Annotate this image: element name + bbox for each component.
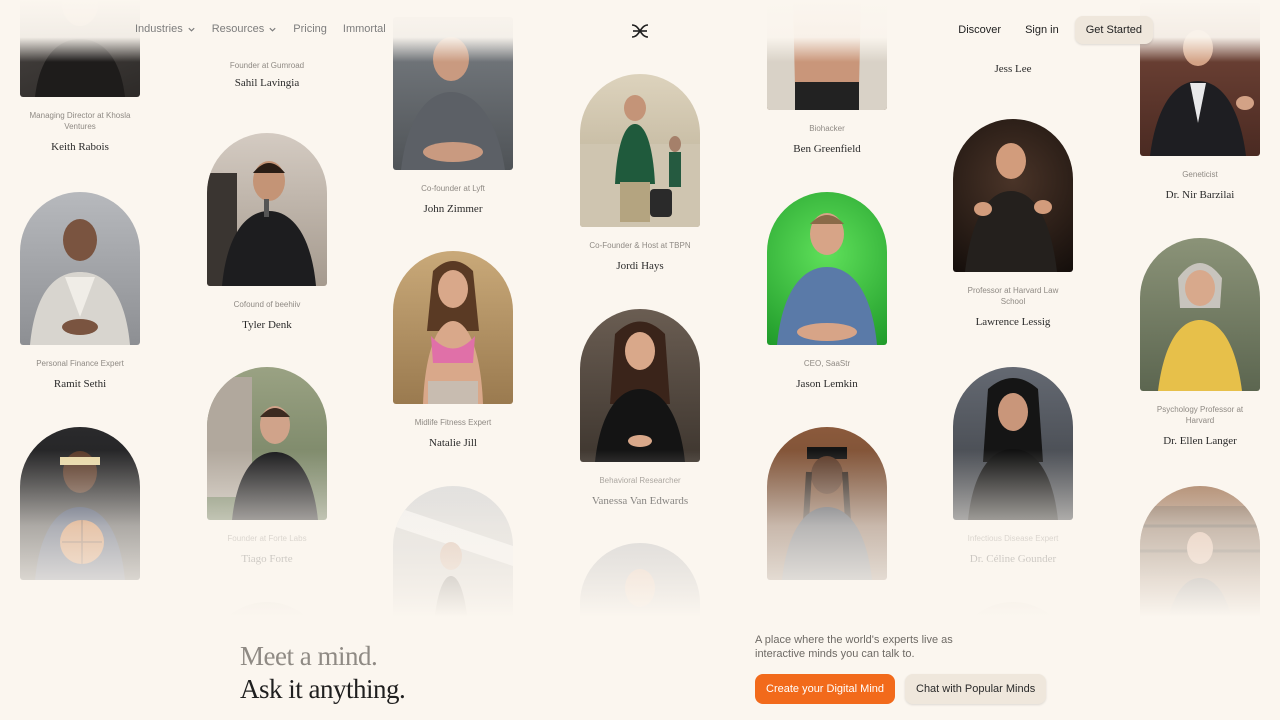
- mind-role: Founder at Forte Labs: [227, 534, 307, 543]
- mind-card[interactable]: [1140, 486, 1260, 639]
- mind-photo: [767, 427, 887, 580]
- mind-name: Sahil Lavingia: [234, 77, 300, 89]
- mind-role: Geneticist: [1182, 170, 1218, 179]
- mind-role: Midlife Fitness Expert: [414, 418, 492, 427]
- mind-name: Dr. Ellen Langer: [1163, 435, 1237, 447]
- top-nav: Industries Resources Pricing Immortal Di…: [0, 0, 1280, 62]
- mind-card-tiago-forte[interactable]: Founder at Forte Labs Tiago Forte: [207, 367, 327, 565]
- portrait-illustration: [1140, 506, 1260, 639]
- mind-name: Jess Lee: [994, 63, 1032, 75]
- mind-role: Cofound of beehiiv: [233, 300, 301, 309]
- hero-tagline: A place where the world's experts live a…: [755, 634, 953, 660]
- portrait-illustration: [968, 378, 1058, 520]
- portrait-illustration: [595, 321, 685, 462]
- mind-card-celine-gounder[interactable]: Infectious Disease Expert Dr. Céline Gou…: [953, 367, 1073, 565]
- minds-grid: Managing Director at Khosla Ventures Kei…: [0, 0, 1280, 720]
- hero-line-2: Ask it anything.: [240, 674, 406, 704]
- portrait-illustration: [393, 506, 513, 639]
- portrait-illustration: [580, 95, 700, 227]
- nav-resources[interactable]: Resources: [212, 23, 278, 35]
- mind-name: Ben Greenfield: [793, 143, 861, 155]
- nav-resources-label: Resources: [211, 23, 265, 35]
- discover-link[interactable]: Discover: [950, 17, 1009, 43]
- mind-card-vanessa-van-edwards[interactable]: Behavioral Researcher Vanessa Van Edward…: [580, 309, 700, 507]
- mind-name: Keith Rabois: [51, 141, 109, 153]
- mind-role: Biohacker: [809, 124, 845, 133]
- get-started-button[interactable]: Get Started: [1074, 16, 1153, 44]
- mind-photo: [767, 192, 887, 345]
- mind-photo: [393, 486, 513, 639]
- portrait-illustration: [207, 377, 318, 520]
- mind-role: Psychology Professor at Harvard: [1156, 405, 1244, 425]
- mind-card[interactable]: [767, 427, 887, 580]
- mind-photo: [207, 133, 327, 286]
- chat-popular-minds-button[interactable]: Chat with Popular Minds: [905, 674, 1047, 704]
- portrait-illustration: [965, 143, 1057, 272]
- mind-role: Infectious Disease Expert: [967, 534, 1059, 543]
- mind-name: Tiago Forte: [241, 553, 293, 565]
- mind-role: Behavioral Researcher: [599, 476, 681, 485]
- mind-card[interactable]: [393, 486, 513, 639]
- create-digital-mind-button[interactable]: Create your Digital Mind: [755, 674, 895, 704]
- mind-card-jason-lemkin[interactable]: CEO, SaaStr Jason Lemkin: [767, 192, 887, 390]
- mind-card-jess-lee[interactable]: Jess Lee: [953, 63, 1073, 75]
- mind-photo: [207, 367, 327, 520]
- mind-photo: [20, 427, 140, 580]
- hero-line-1: Meet a mind.: [240, 641, 378, 671]
- nav-industries-label: Industries: [135, 23, 183, 35]
- mind-name: Jason Lemkin: [796, 378, 858, 390]
- mind-card-lawrence-lessig[interactable]: Professor at Harvard Law School Lawrence…: [953, 119, 1073, 328]
- mind-name: Lawrence Lessig: [975, 316, 1051, 328]
- mind-card-sahil-lavingia[interactable]: Founder at Gumroad Sahil Lavingia: [207, 60, 327, 89]
- mind-card-jordi-hays[interactable]: Co-Founder & Host at TBPN Jordi Hays: [580, 74, 700, 272]
- mind-name: Dr. Nir Barzilai: [1165, 189, 1235, 201]
- mind-card[interactable]: [20, 427, 140, 580]
- mind-card-natalie-jill[interactable]: Midlife Fitness Expert Natalie Jill: [393, 251, 513, 449]
- sign-in-link[interactable]: Sign in: [1017, 17, 1067, 43]
- portrait-illustration: [777, 213, 877, 345]
- portrait-illustration: [782, 447, 872, 580]
- mind-photo: [1140, 238, 1260, 391]
- mind-name: Natalie Jill: [429, 437, 477, 449]
- portrait-illustration: [423, 261, 483, 404]
- mind-role: Managing Director at Khosla Ventures: [29, 111, 131, 131]
- chevron-down-icon: [269, 27, 276, 32]
- portrait-illustration: [207, 161, 316, 286]
- mind-name: Dr. Céline Gounder: [969, 553, 1057, 565]
- portrait-illustration: [1158, 263, 1242, 391]
- mind-photo: [953, 119, 1073, 272]
- logo-icon[interactable]: [630, 22, 650, 40]
- portrait-illustration: [30, 219, 130, 345]
- mind-card-ellen-langer[interactable]: Psychology Professor at Harvard Dr. Elle…: [1140, 238, 1260, 447]
- nav-pricing[interactable]: Pricing: [293, 23, 327, 35]
- cta-row: Create your Digital Mind Chat with Popul…: [755, 674, 1047, 704]
- mind-photo: [1140, 486, 1260, 639]
- mind-photo: [580, 74, 700, 227]
- mind-photo: [393, 251, 513, 404]
- nav-left: Industries Resources Pricing Immortal: [135, 23, 386, 35]
- mind-card-tyler-denk[interactable]: Cofound of beehiiv Tyler Denk: [207, 133, 327, 331]
- mind-name: John Zimmer: [423, 203, 483, 215]
- hero-headline: Meet a mind. Ask it anything.: [240, 640, 406, 706]
- chevron-down-icon: [188, 27, 195, 32]
- mind-name: Jordi Hays: [616, 260, 664, 272]
- mind-name: Vanessa Van Edwards: [591, 495, 689, 507]
- mind-role: CEO, SaaStr: [803, 359, 851, 368]
- mind-photo: [580, 309, 700, 462]
- mind-role: Co-founder at Lyft: [421, 184, 485, 193]
- hero-background: [0, 620, 1280, 720]
- mind-photo: [20, 192, 140, 345]
- mind-photo: [953, 367, 1073, 520]
- nav-right: Discover Sign in Get Started: [950, 16, 1153, 44]
- nav-industries[interactable]: Industries: [135, 23, 196, 35]
- mind-role: Personal Finance Expert: [36, 359, 124, 368]
- mind-role: Co-Founder & Host at TBPN: [589, 241, 691, 250]
- mind-role: Professor at Harvard Law School: [967, 286, 1059, 306]
- nav-immortal[interactable]: Immortal: [343, 23, 386, 35]
- mind-card-ramit-sethi[interactable]: Personal Finance Expert Ramit Sethi: [20, 192, 140, 390]
- mind-name: Tyler Denk: [242, 319, 292, 331]
- portrait-illustration: [35, 451, 125, 580]
- mind-name: Ramit Sethi: [53, 378, 107, 390]
